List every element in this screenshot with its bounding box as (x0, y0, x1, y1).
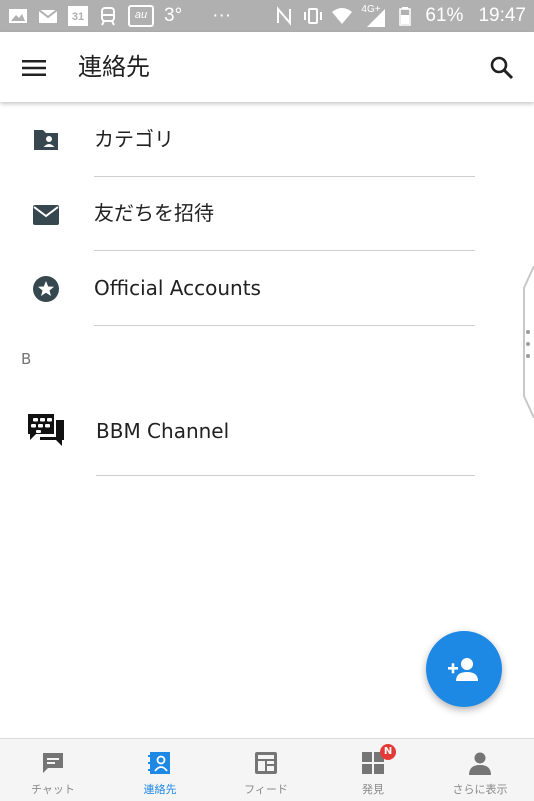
mail-notification-icon (38, 9, 58, 23)
tab-label: さらに表示 (452, 783, 508, 796)
contact-bbm-channel[interactable]: BBM Channel (0, 390, 534, 478)
status-bar: 31 au 3° ··· 4G+ 61% 19:47 (0, 0, 534, 32)
contacts-icon (148, 752, 170, 774)
bottom-navigation: チャット 連絡先 フィード N 発見 さらに表示 (0, 738, 534, 801)
search-icon[interactable] (488, 54, 516, 82)
list-item-invite-friends[interactable]: 友だちを招待 (0, 178, 534, 252)
tab-discover[interactable]: N 発見 (320, 739, 426, 801)
app-bar: 連絡先 (0, 32, 534, 102)
profile-icon (469, 752, 491, 775)
list-item-label: Official Accounts (94, 276, 261, 300)
signal-indicator: 4G+ (361, 5, 387, 27)
au-icon: au (128, 5, 154, 27)
contact-folder-icon (34, 130, 58, 150)
list-item-label: カテゴリ (94, 127, 174, 151)
page-title: 連絡先 (78, 53, 150, 81)
bbm-icon (28, 414, 64, 446)
contact-name: BBM Channel (96, 419, 230, 443)
battery-percent: 61% (425, 5, 464, 26)
tab-chat[interactable]: チャット (0, 739, 106, 801)
more-notifications: ··· (212, 5, 232, 26)
tab-label: フィード (244, 783, 288, 796)
menu-icon[interactable] (20, 54, 48, 82)
new-badge: N (380, 744, 396, 760)
calendar-icon: 31 (68, 6, 88, 26)
temperature: 3° (164, 5, 183, 26)
image-notification-icon (9, 9, 27, 23)
tab-feed[interactable]: フィード (213, 739, 319, 801)
tab-contacts[interactable]: 連絡先 (107, 739, 213, 801)
add-person-icon (448, 658, 478, 681)
star-badge-icon (33, 276, 59, 302)
au-label: au (134, 9, 148, 21)
tab-label: 発見 (362, 783, 384, 796)
list-item-official-accounts[interactable]: Official Accounts (0, 252, 534, 326)
divider (94, 325, 475, 326)
list-item-label: 友だちを招待 (94, 201, 214, 225)
feed-icon (255, 752, 277, 774)
clock: 19:47 (478, 5, 526, 26)
wifi-icon (332, 8, 353, 24)
tab-label: 連絡先 (143, 783, 177, 796)
status-bar-left: 31 au 3° ··· (8, 5, 231, 27)
mail-icon (33, 205, 59, 225)
vibrate-icon (304, 8, 323, 24)
divider (96, 475, 475, 476)
section-header: B (21, 350, 32, 368)
edge-panel-handle[interactable] (522, 266, 534, 418)
status-bar-right: 4G+ 61% 19:47 (274, 5, 526, 27)
chat-icon (43, 753, 63, 773)
tab-more[interactable]: さらに表示 (427, 739, 533, 801)
battery-icon (399, 7, 412, 26)
list-item-category[interactable]: カテゴリ (0, 102, 534, 178)
signal-icon (367, 9, 386, 27)
train-icon (101, 7, 115, 26)
tab-label: チャット (31, 783, 75, 796)
divider (94, 250, 475, 251)
calendar-day: 31 (71, 11, 85, 23)
nfc-icon (277, 6, 292, 26)
add-contact-button[interactable] (426, 631, 502, 707)
divider (94, 176, 475, 177)
